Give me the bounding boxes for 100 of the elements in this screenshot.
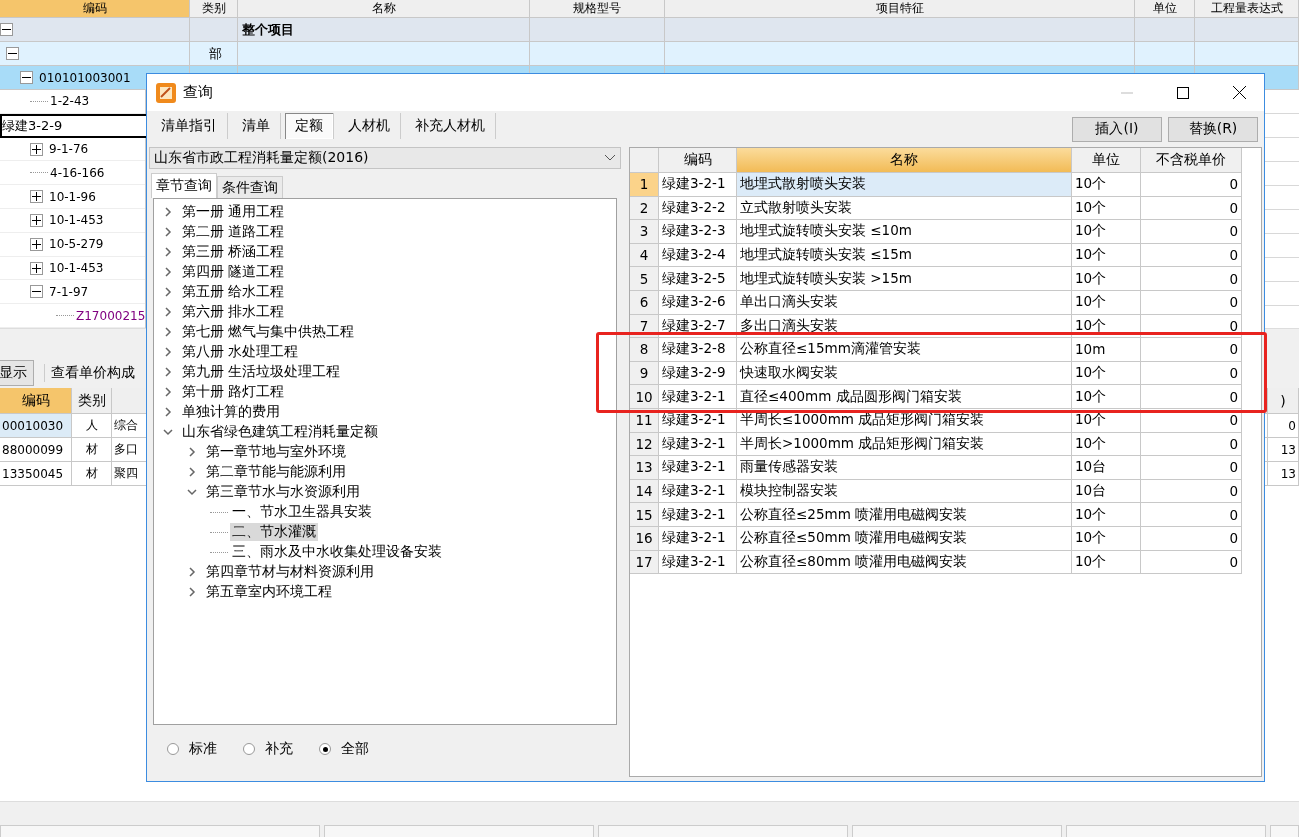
tab[interactable]: 清单指引 [151, 113, 228, 139]
chevron-right-icon[interactable] [186, 446, 198, 458]
tree-item[interactable]: 第二章节能与能源利用 [204, 463, 348, 481]
table-cell: 绿建3-2-1 [659, 503, 737, 527]
tree-item[interactable]: 山东省绿色建筑工程消耗量定额 [180, 423, 380, 441]
dialog-title: 查询 [183, 83, 214, 102]
tree-code: 10-1-453 [49, 213, 104, 228]
tab[interactable]: 补充人材机 [405, 113, 496, 139]
replace-button[interactable]: 替换(R) [1168, 116, 1258, 142]
column-header: 类别 [72, 388, 112, 414]
table-cell: 0 [1141, 550, 1242, 575]
table-cell: 绿建3-2-5 [659, 267, 737, 291]
row-number: 16 [630, 526, 659, 551]
chevron-right-icon[interactable] [162, 246, 174, 258]
collapse-toggle[interactable] [6, 47, 19, 60]
tab[interactable]: 人材机 [338, 113, 401, 139]
tree-item[interactable]: 第五册 给水工程 [180, 283, 287, 301]
plus-icon [32, 192, 41, 202]
chevron-right-icon[interactable] [186, 566, 198, 578]
chevron-right-icon[interactable] [186, 586, 198, 598]
tree-item[interactable]: 第一章节地与室外环境 [204, 443, 348, 461]
column-header[interactable]: 名称 [737, 148, 1072, 173]
toolbar-button[interactable]: 查看单价构成 [44, 364, 141, 382]
tree-item[interactable]: 二、节水灌溉 [230, 523, 318, 541]
radio-label: 标准 [189, 740, 217, 758]
table-cell: 00010030 [0, 414, 72, 438]
table-cell: 13 [1268, 462, 1299, 486]
collapse-toggle[interactable] [20, 71, 33, 84]
table-cell: 88000099 [0, 438, 72, 462]
row-number: 4 [630, 243, 659, 268]
chevron-right-icon[interactable] [162, 346, 174, 358]
radio-button[interactable] [243, 743, 255, 755]
chevron-right-icon[interactable] [162, 326, 174, 338]
table-cell: 0 [1141, 290, 1242, 315]
tab[interactable]: 定额 [285, 113, 334, 139]
row-number: 1 [630, 173, 659, 197]
chevron-right-icon[interactable] [162, 366, 174, 378]
tree-item[interactable]: 第四册 隧道工程 [180, 263, 287, 281]
column-header: 项目特征 [665, 0, 1135, 18]
row-number: 12 [630, 432, 659, 457]
column-header: 单位 [1135, 0, 1195, 18]
table-cell: 半周长>1000mm 成品矩形阀门箱安装 [737, 432, 1072, 457]
chevron-right-icon[interactable] [162, 286, 174, 298]
row-number: 6 [630, 290, 659, 315]
insert-button[interactable]: 插入(I) [1072, 116, 1162, 142]
tree-item[interactable]: 第六册 排水工程 [180, 303, 287, 321]
table-cell: 人 [72, 414, 112, 438]
maximize-icon [1177, 86, 1189, 99]
chevron-right-icon[interactable] [162, 406, 174, 418]
tree-item[interactable]: 第二册 道路工程 [180, 223, 287, 241]
row-type: 部 [209, 44, 222, 63]
tab[interactable]: 条件查询 [217, 176, 283, 198]
table-cell: 直径≤400mm 成品圆形阀门箱安装 [737, 385, 1072, 409]
column-header[interactable]: 编码 [659, 148, 737, 173]
tree-item[interactable]: 第五章室内环境工程 [204, 583, 334, 601]
table-cell: 绿建3-2-1 [659, 526, 737, 551]
row-code: 010101003001 [39, 70, 131, 85]
tree-item[interactable]: 第九册 生活垃圾处理工程 [180, 363, 343, 381]
table-cell: 地埋式旋转喷头安装 ≤10m [737, 220, 1072, 244]
expand-toggle[interactable] [30, 261, 43, 275]
table-cell: 绿建3-2-8 [659, 338, 737, 362]
chevron-down-icon[interactable] [162, 426, 174, 438]
expand-toggle[interactable] [30, 142, 43, 156]
chevron-right-icon[interactable] [186, 466, 198, 478]
column-header[interactable]: 单位 [1072, 148, 1141, 173]
radio-button[interactable] [167, 743, 179, 755]
table-cell: 绿建3-2-6 [659, 290, 737, 315]
expand-toggle[interactable] [30, 213, 43, 227]
expand-toggle[interactable] [30, 237, 43, 251]
row-number: 2 [630, 196, 659, 221]
tree-item[interactable]: 三、雨水及中水收集处理设备安装 [230, 543, 444, 561]
row-number: 9 [630, 361, 659, 386]
table-cell: 单出口滴头安装 [737, 290, 1072, 315]
tree-item[interactable]: 第七册 燃气与集中供热工程 [180, 323, 357, 341]
library-dropdown[interactable]: 山东省市政工程消耗量定额(2016) [149, 147, 621, 169]
toolbar-button[interactable]: 显示 [0, 360, 34, 386]
table-cell: 10个 [1072, 503, 1141, 527]
collapse-toggle[interactable] [30, 285, 43, 299]
tab[interactable]: 章节查询 [151, 173, 217, 198]
tree-item[interactable]: 第十册 路灯工程 [180, 383, 287, 401]
table-cell: 0 [1141, 479, 1242, 504]
tree-item[interactable]: 第四章节材与材料资源利用 [204, 563, 376, 581]
tree-item[interactable]: 一、节水卫生器具安装 [230, 503, 374, 521]
chevron-right-icon[interactable] [162, 206, 174, 218]
expand-toggle[interactable] [30, 190, 43, 204]
column-header[interactable]: 不含税单价 [1141, 148, 1242, 173]
chevron-right-icon[interactable] [162, 386, 174, 398]
tree-item[interactable]: 第八册 水处理工程 [180, 343, 301, 361]
tree-item[interactable]: 第三章节水与水资源利用 [204, 483, 362, 501]
table-cell: 10m [1072, 338, 1141, 362]
chevron-right-icon[interactable] [162, 306, 174, 318]
collapse-toggle[interactable] [0, 23, 13, 36]
tab[interactable]: 清单 [232, 113, 281, 139]
tree-item[interactable]: 第三册 桥涵工程 [180, 243, 287, 261]
table-cell: 绿建3-2-4 [659, 243, 737, 268]
chevron-right-icon[interactable] [162, 226, 174, 238]
chevron-right-icon[interactable] [162, 266, 174, 278]
tree-item[interactable]: 第一册 通用工程 [180, 203, 287, 221]
chevron-down-icon[interactable] [186, 486, 198, 498]
radio-button[interactable] [319, 743, 331, 755]
